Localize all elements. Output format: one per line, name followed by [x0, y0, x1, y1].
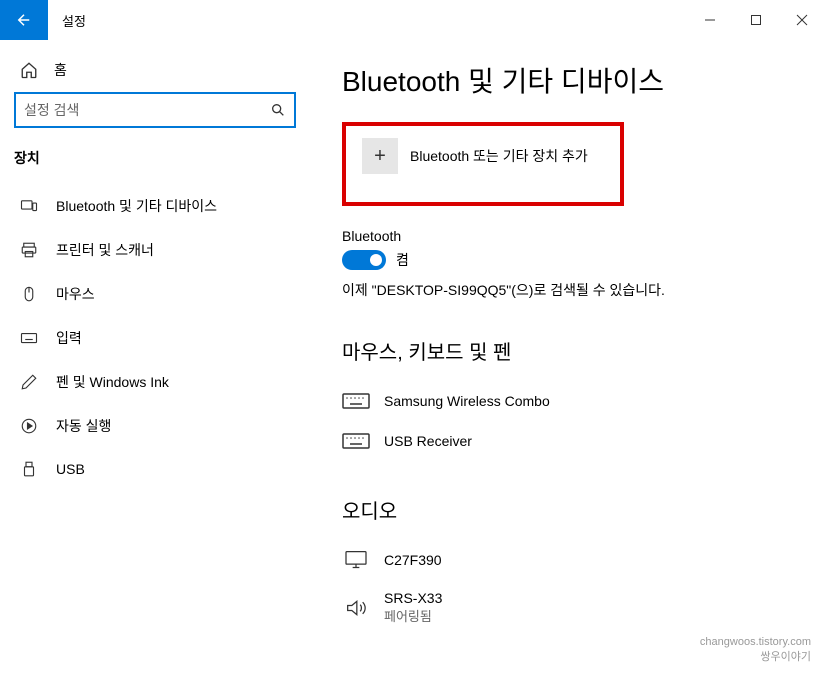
section-mouse-keyboard-title: 마우스, 키보드 및 펜	[342, 336, 805, 365]
discoverable-text: 이제 "DESKTOP-SI99QQ5"(으)로 검색될 수 있습니다.	[342, 280, 805, 300]
plus-icon: +	[362, 138, 398, 174]
home-button[interactable]: 홈	[0, 52, 310, 92]
page-title: Bluetooth 및 기타 디바이스	[342, 60, 805, 100]
device-row[interactable]: SRS-X33 페어링됨	[342, 580, 805, 635]
autoplay-icon	[20, 417, 38, 435]
titlebar: 설정	[0, 0, 825, 40]
sidebar-item-autoplay[interactable]: 자동 실행	[0, 404, 310, 448]
window-controls	[687, 0, 825, 40]
search-input[interactable]	[24, 102, 270, 118]
device-name: Samsung Wireless Combo	[384, 393, 550, 409]
section-audio-title: 오디오	[342, 495, 805, 524]
home-label: 홈	[54, 60, 67, 80]
minimize-icon	[704, 14, 716, 26]
close-button[interactable]	[779, 0, 825, 40]
device-row[interactable]: USB Receiver	[342, 421, 805, 461]
device-name: USB Receiver	[384, 433, 472, 449]
home-icon	[20, 61, 38, 79]
mouse-icon	[20, 285, 38, 303]
device-row[interactable]: C27F390	[342, 540, 805, 580]
sidebar-item-printers[interactable]: 프린터 및 스캐너	[0, 228, 310, 272]
sidebar-item-label: 펜 및 Windows Ink	[56, 372, 169, 392]
device-name: SRS-X33	[384, 590, 442, 606]
minimize-button[interactable]	[687, 0, 733, 40]
monitor-device-icon	[342, 550, 370, 570]
back-button[interactable]	[0, 0, 48, 40]
sidebar: 홈 장치 Bluetooth 및 기타 디바이스 프린터 및 스캐너 마우스 입…	[0, 40, 310, 674]
sidebar-item-mouse[interactable]: 마우스	[0, 272, 310, 316]
printer-icon	[20, 241, 38, 259]
sidebar-item-label: USB	[56, 461, 85, 477]
search-box[interactable]	[14, 92, 296, 128]
usb-icon	[20, 460, 38, 478]
bluetooth-label: Bluetooth	[342, 228, 805, 244]
category-header: 장치	[0, 148, 310, 184]
sidebar-item-label: 마우스	[56, 284, 95, 304]
keyboard-device-icon	[342, 391, 370, 411]
bluetooth-toggle[interactable]	[342, 250, 386, 270]
devices-icon	[20, 197, 38, 215]
close-icon	[796, 14, 808, 26]
add-device-label: Bluetooth 또는 기타 장치 추가	[410, 138, 588, 166]
pen-icon	[20, 373, 38, 391]
sidebar-item-label: Bluetooth 및 기타 디바이스	[56, 196, 217, 216]
maximize-icon	[750, 14, 762, 26]
keyboard-icon	[20, 329, 38, 347]
keyboard-device-icon	[342, 431, 370, 451]
toggle-knob	[370, 254, 382, 266]
sidebar-item-bluetooth[interactable]: Bluetooth 및 기타 디바이스	[0, 184, 310, 228]
add-device-button[interactable]: + Bluetooth 또는 기타 장치 추가	[342, 122, 624, 206]
app-title: 설정	[62, 11, 86, 30]
sidebar-item-label: 입력	[56, 328, 82, 348]
sidebar-item-label: 자동 실행	[56, 416, 111, 436]
watermark: changwoos.tistory.com 쌍우이야기	[700, 635, 811, 664]
sidebar-item-usb[interactable]: USB	[0, 448, 310, 490]
maximize-button[interactable]	[733, 0, 779, 40]
sidebar-item-pen[interactable]: 펜 및 Windows Ink	[0, 360, 310, 404]
search-icon	[270, 102, 286, 118]
sidebar-item-typing[interactable]: 입력	[0, 316, 310, 360]
device-row[interactable]: Samsung Wireless Combo	[342, 381, 805, 421]
speaker-device-icon	[342, 598, 370, 618]
sidebar-item-label: 프린터 및 스캐너	[56, 240, 154, 260]
device-name: C27F390	[384, 552, 442, 568]
arrow-left-icon	[15, 11, 33, 29]
toggle-state-label: 켬	[396, 250, 409, 270]
device-status: 페어링됨	[384, 606, 442, 625]
content-area: Bluetooth 및 기타 디바이스 + Bluetooth 또는 기타 장치…	[310, 40, 825, 674]
